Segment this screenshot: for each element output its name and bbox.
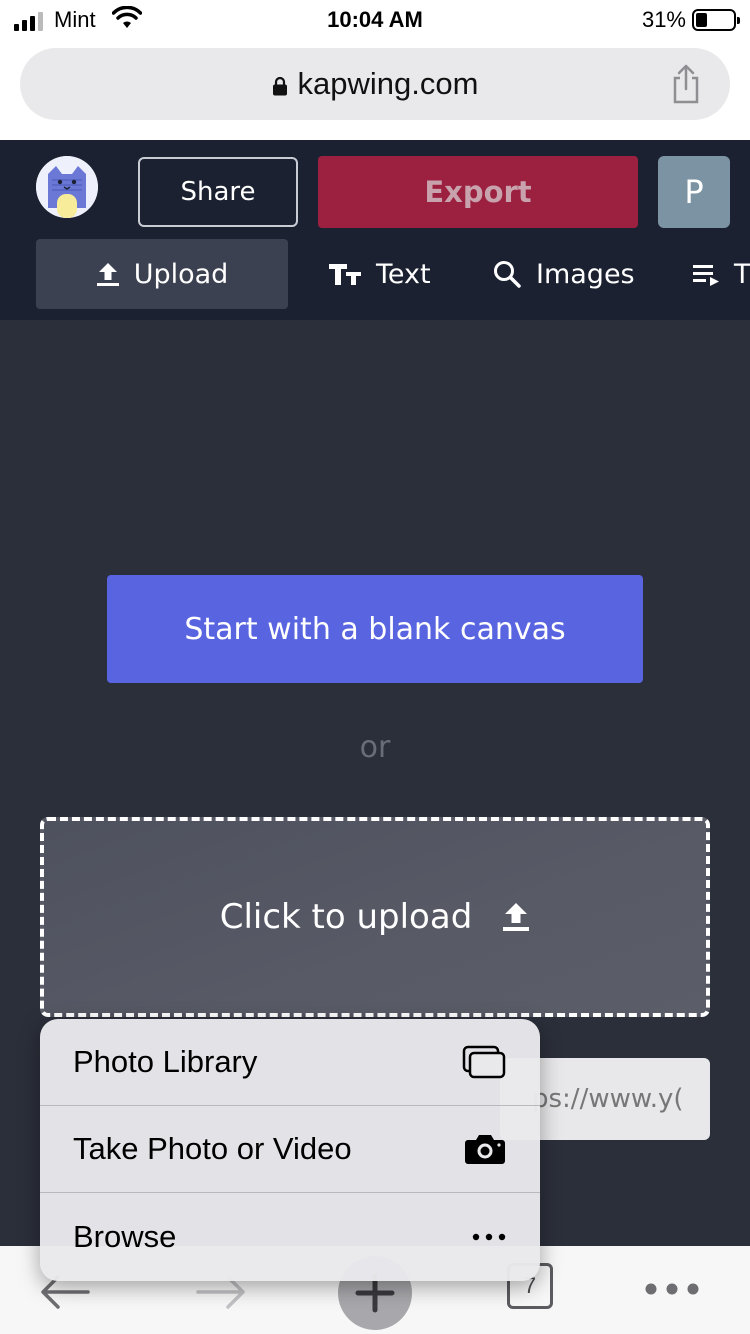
blank-canvas-button[interactable]: Start with a blank canvas xyxy=(107,575,643,683)
text-icon xyxy=(329,264,361,285)
tab-playlist[interactable]: T xyxy=(692,239,750,309)
app-header: Share Export P Upload Text Images T xyxy=(0,140,750,320)
photo-library-icon xyxy=(462,1045,506,1079)
camera-icon xyxy=(465,1135,505,1164)
tab-images-label: Images xyxy=(536,258,635,290)
menu-item-photo-library[interactable]: Photo Library xyxy=(40,1019,540,1106)
user-avatar[interactable]: P xyxy=(658,156,730,228)
file-source-menu: Photo Library Take Photo or Video Browse xyxy=(40,1019,540,1281)
upload-icon xyxy=(503,903,530,931)
more-icon xyxy=(472,1233,506,1240)
kapwing-logo[interactable] xyxy=(36,156,98,218)
tab-playlist-label: T xyxy=(734,258,750,290)
menu-item-label: Take Photo or Video xyxy=(73,1131,352,1166)
tab-upload[interactable]: Upload xyxy=(36,239,288,309)
status-bar: Mint 10:04 AM 31% xyxy=(0,0,750,40)
tab-text[interactable]: Text xyxy=(328,239,431,309)
tab-upload-label: Upload xyxy=(133,258,229,290)
menu-item-take-photo[interactable]: Take Photo or Video xyxy=(40,1106,540,1193)
more-icon[interactable] xyxy=(644,1282,700,1296)
browser-address-area: kapwing.com xyxy=(0,40,750,140)
or-divider-text: or xyxy=(359,730,391,765)
upload-label: Click to upload xyxy=(219,897,473,937)
upload-dropzone[interactable]: Click to upload xyxy=(40,817,710,1017)
battery-percent: 31% xyxy=(641,7,686,32)
url-text: kapwing.com xyxy=(297,66,479,101)
status-time: 10:04 AM xyxy=(327,7,423,32)
tab-images[interactable]: Images xyxy=(492,239,635,309)
upload-icon xyxy=(96,263,119,286)
playlist-icon xyxy=(693,265,719,286)
battery-icon xyxy=(692,9,740,31)
export-button[interactable]: Export xyxy=(318,156,638,228)
cat-logo-icon xyxy=(36,156,98,218)
menu-item-label: Browse xyxy=(73,1218,177,1254)
lock-icon xyxy=(272,76,287,96)
menu-item-label: Photo Library xyxy=(73,1044,258,1079)
address-bar[interactable]: kapwing.com xyxy=(20,48,730,120)
share-icon[interactable] xyxy=(670,64,702,104)
editor-toolbar: Upload Text Images T xyxy=(0,239,750,309)
share-button[interactable]: Share xyxy=(138,157,298,227)
menu-item-browse[interactable]: Browse xyxy=(40,1193,540,1280)
tab-text-label: Text xyxy=(376,258,431,290)
search-icon xyxy=(494,261,521,288)
